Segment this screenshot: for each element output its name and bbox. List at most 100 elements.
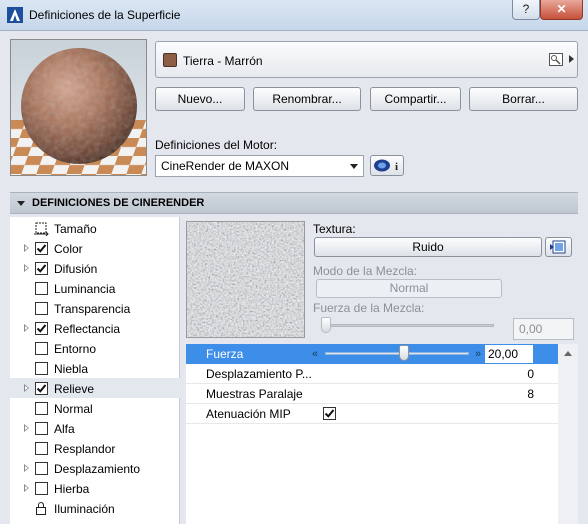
channel-checkbox[interactable]	[35, 482, 48, 495]
param-row-mip-falloff[interactable]: Atenuación MIP	[186, 404, 558, 424]
close-button[interactable]: ✕	[540, 0, 583, 20]
surface-color-swatch	[163, 53, 177, 67]
title-bar: Definiciones de la Superficie ? ✕	[0, 0, 588, 31]
surface-browser-icon[interactable]	[549, 53, 563, 66]
channel-label: Resplandor	[54, 442, 116, 456]
strength-slider-track[interactable]	[325, 352, 469, 355]
surface-selector[interactable]: Tierra - Marrón	[155, 41, 578, 78]
preview-image	[11, 40, 146, 175]
expand-arrow-icon[interactable]	[24, 264, 29, 272]
surface-settings-dialog: Tierra - Marrón Nuevo... Renombrar... Co…	[0, 31, 588, 524]
channel-row[interactable]: Difusión	[10, 258, 180, 278]
channel-checkbox[interactable]	[35, 402, 48, 415]
channel-label: Reflectancia	[54, 322, 121, 336]
channel-label: Luminancia	[54, 282, 116, 296]
strength-slider-knob[interactable]	[399, 345, 410, 361]
channel-label: Entorno	[54, 342, 97, 356]
scroll-up-arrow-icon[interactable]	[564, 351, 572, 356]
channel-row[interactable]: Hierba	[10, 478, 180, 498]
engine-dropdown[interactable]: CineRender de MAXON	[155, 155, 364, 177]
engine-info-button[interactable]: i	[370, 155, 404, 176]
mip-falloff-checkbox[interactable]	[323, 407, 336, 420]
param-displacement-label: Desplazamiento P...	[206, 367, 312, 381]
channel-label: Normal	[54, 402, 93, 416]
channel-checkbox[interactable]	[35, 302, 48, 315]
noise-preview-image	[187, 222, 304, 337]
delete-button[interactable]: Borrar...	[469, 87, 578, 111]
channel-checkbox[interactable]	[35, 242, 48, 255]
channel-row[interactable]: Entorno	[10, 338, 180, 358]
channel-row[interactable]: Tamaño	[10, 218, 180, 238]
channel-checkbox[interactable]	[35, 362, 48, 375]
parameter-scrollbar[interactable]	[558, 344, 578, 524]
engine-value: CineRender de MAXON	[161, 159, 290, 173]
param-mip-falloff-label: Atenuación MIP	[206, 407, 291, 421]
channel-checkbox[interactable]	[35, 382, 48, 395]
channel-row[interactable]: Relieve	[10, 378, 180, 398]
channel-checkbox[interactable]	[35, 422, 48, 435]
expand-arrow-icon[interactable]	[24, 384, 29, 392]
channel-row[interactable]: Normal	[10, 398, 180, 418]
strength-input[interactable]: 20,00	[484, 344, 534, 364]
checkmark-icon	[36, 264, 47, 273]
checkmark-icon	[36, 384, 47, 393]
svg-text:i: i	[395, 161, 398, 173]
channel-row[interactable]: Desplazamiento	[10, 458, 180, 478]
decrease-arrow-icon[interactable]: «	[312, 348, 322, 360]
param-row-strength[interactable]: Fuerza « » 20,00	[186, 344, 558, 364]
channel-checkbox[interactable]	[35, 322, 48, 335]
cinerender-section-header[interactable]: DEFINICIONES DE CINERENDER	[10, 192, 578, 214]
rename-button[interactable]: Renombrar...	[253, 87, 361, 111]
checkmark-icon	[324, 409, 335, 418]
blend-mode-dropdown[interactable]: Normal	[316, 279, 502, 298]
surface-selector-arrow-icon	[569, 55, 574, 63]
channel-label: Tamaño	[54, 222, 97, 236]
param-strength-label: Fuerza	[206, 347, 244, 361]
channel-row[interactable]: Color	[10, 238, 180, 258]
expand-arrow-icon[interactable]	[24, 424, 29, 432]
channel-row[interactable]: Niebla	[10, 358, 180, 378]
blend-strength-input[interactable]: 0,00	[513, 318, 574, 340]
texture-button[interactable]: Ruido	[314, 237, 542, 257]
param-displacement-value[interactable]: 0	[527, 367, 534, 381]
expand-arrow-icon[interactable]	[24, 484, 29, 492]
expand-arrow-icon[interactable]	[24, 324, 29, 332]
blend-strength-label: Fuerza de la Mezcla:	[313, 301, 425, 315]
channel-label: Relieve	[54, 382, 95, 396]
channel-checkbox[interactable]	[35, 442, 48, 455]
channel-checkbox[interactable]	[35, 262, 48, 275]
texture-thumbnail	[186, 221, 305, 338]
material-preview	[10, 39, 147, 176]
channel-checkbox[interactable]	[35, 342, 48, 355]
help-button[interactable]: ?	[512, 0, 540, 20]
section-title: DEFINICIONES DE CINERENDER	[32, 197, 205, 209]
channel-label: Hierba	[54, 482, 90, 496]
expand-arrow-icon[interactable]	[24, 464, 29, 472]
checkmark-icon	[36, 324, 47, 333]
channel-checkbox[interactable]	[35, 462, 48, 475]
channel-checkbox[interactable]	[35, 282, 48, 295]
checkmark-icon	[36, 244, 47, 253]
new-button[interactable]: Nuevo...	[155, 87, 245, 111]
channel-row[interactable]: Transparencia	[10, 298, 180, 318]
cinerender-info-icon: i	[374, 159, 398, 173]
channel-label: Color	[54, 242, 83, 256]
channel-row[interactable]: Iluminación	[10, 498, 180, 518]
channel-row[interactable]: Alfa	[10, 418, 180, 438]
channel-row[interactable]: Luminancia	[10, 278, 180, 298]
engine-label: Definiciones del Motor:	[155, 138, 278, 152]
expand-arrow-icon[interactable]	[24, 244, 29, 252]
channel-row[interactable]: Reflectancia	[10, 318, 180, 338]
param-row-parallax-samples[interactable]: Muestras Paralaje 8	[186, 384, 558, 404]
channel-row[interactable]: Resplandor	[10, 438, 180, 458]
lock-icon	[36, 502, 46, 515]
param-parallax-samples-value[interactable]: 8	[527, 387, 534, 401]
blend-strength-slider-track[interactable]	[322, 324, 494, 327]
channel-label: Iluminación	[54, 502, 115, 516]
param-row-displacement[interactable]: Desplazamiento P... 0	[186, 364, 558, 384]
texture-browse-button[interactable]	[545, 237, 572, 257]
channel-label: Alfa	[54, 422, 75, 436]
share-button[interactable]: Compartir...	[370, 87, 461, 111]
channel-list: Tamaño Color Difusión Luminancia Transparenc…	[10, 217, 180, 524]
blend-strength-slider-knob[interactable]	[321, 317, 331, 333]
